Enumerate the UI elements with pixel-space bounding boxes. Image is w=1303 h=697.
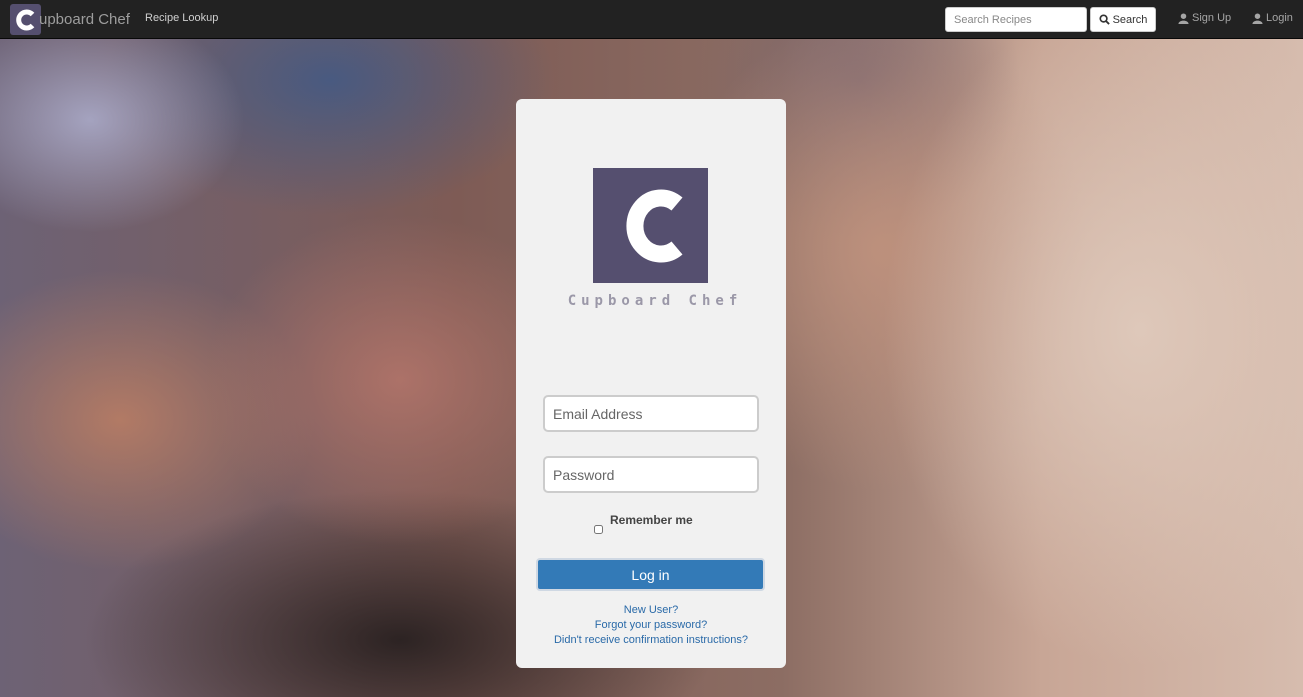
sign-up-label: Sign Up xyxy=(1192,12,1232,24)
cupboard-chef-logo-icon xyxy=(10,4,41,35)
user-icon xyxy=(1252,12,1263,24)
c-letter-logo-icon xyxy=(626,189,683,263)
remember-me-group: Remember me xyxy=(594,513,693,534)
sign-up-link[interactable]: Sign Up xyxy=(1178,12,1231,24)
new-user-link[interactable]: New User? xyxy=(516,604,786,616)
log-in-button[interactable]: Log in xyxy=(536,558,765,591)
top-navbar: upboard Chef Recipe Lookup Search Sign U… xyxy=(0,0,1303,39)
logo-caption: Cupboard Chef xyxy=(567,293,743,309)
resend-confirmation-link[interactable]: Didn't receive confirmation instructions… xyxy=(516,634,786,646)
search-icon xyxy=(1099,14,1110,25)
login-card: Cupboard Chef Remember me Log in New Use… xyxy=(516,99,786,668)
cupboard-chef-logo xyxy=(593,168,708,283)
nav-recipe-lookup[interactable]: Recipe Lookup xyxy=(145,12,218,24)
search-button[interactable]: Search xyxy=(1090,7,1156,32)
search-input[interactable] xyxy=(945,7,1087,32)
login-link[interactable]: Login xyxy=(1252,12,1293,24)
forgot-password-link[interactable]: Forgot your password? xyxy=(516,619,786,631)
brand-name: upboard Chef xyxy=(39,11,130,28)
login-label: Login xyxy=(1266,12,1293,24)
email-field[interactable] xyxy=(543,395,759,432)
user-icon xyxy=(1178,12,1189,24)
search-button-label: Search xyxy=(1112,13,1148,26)
remember-me-label: Remember me xyxy=(610,513,693,527)
remember-me-checkbox[interactable] xyxy=(594,525,603,534)
brand-home-link[interactable]: upboard Chef xyxy=(10,4,132,35)
password-field[interactable] xyxy=(543,456,759,493)
